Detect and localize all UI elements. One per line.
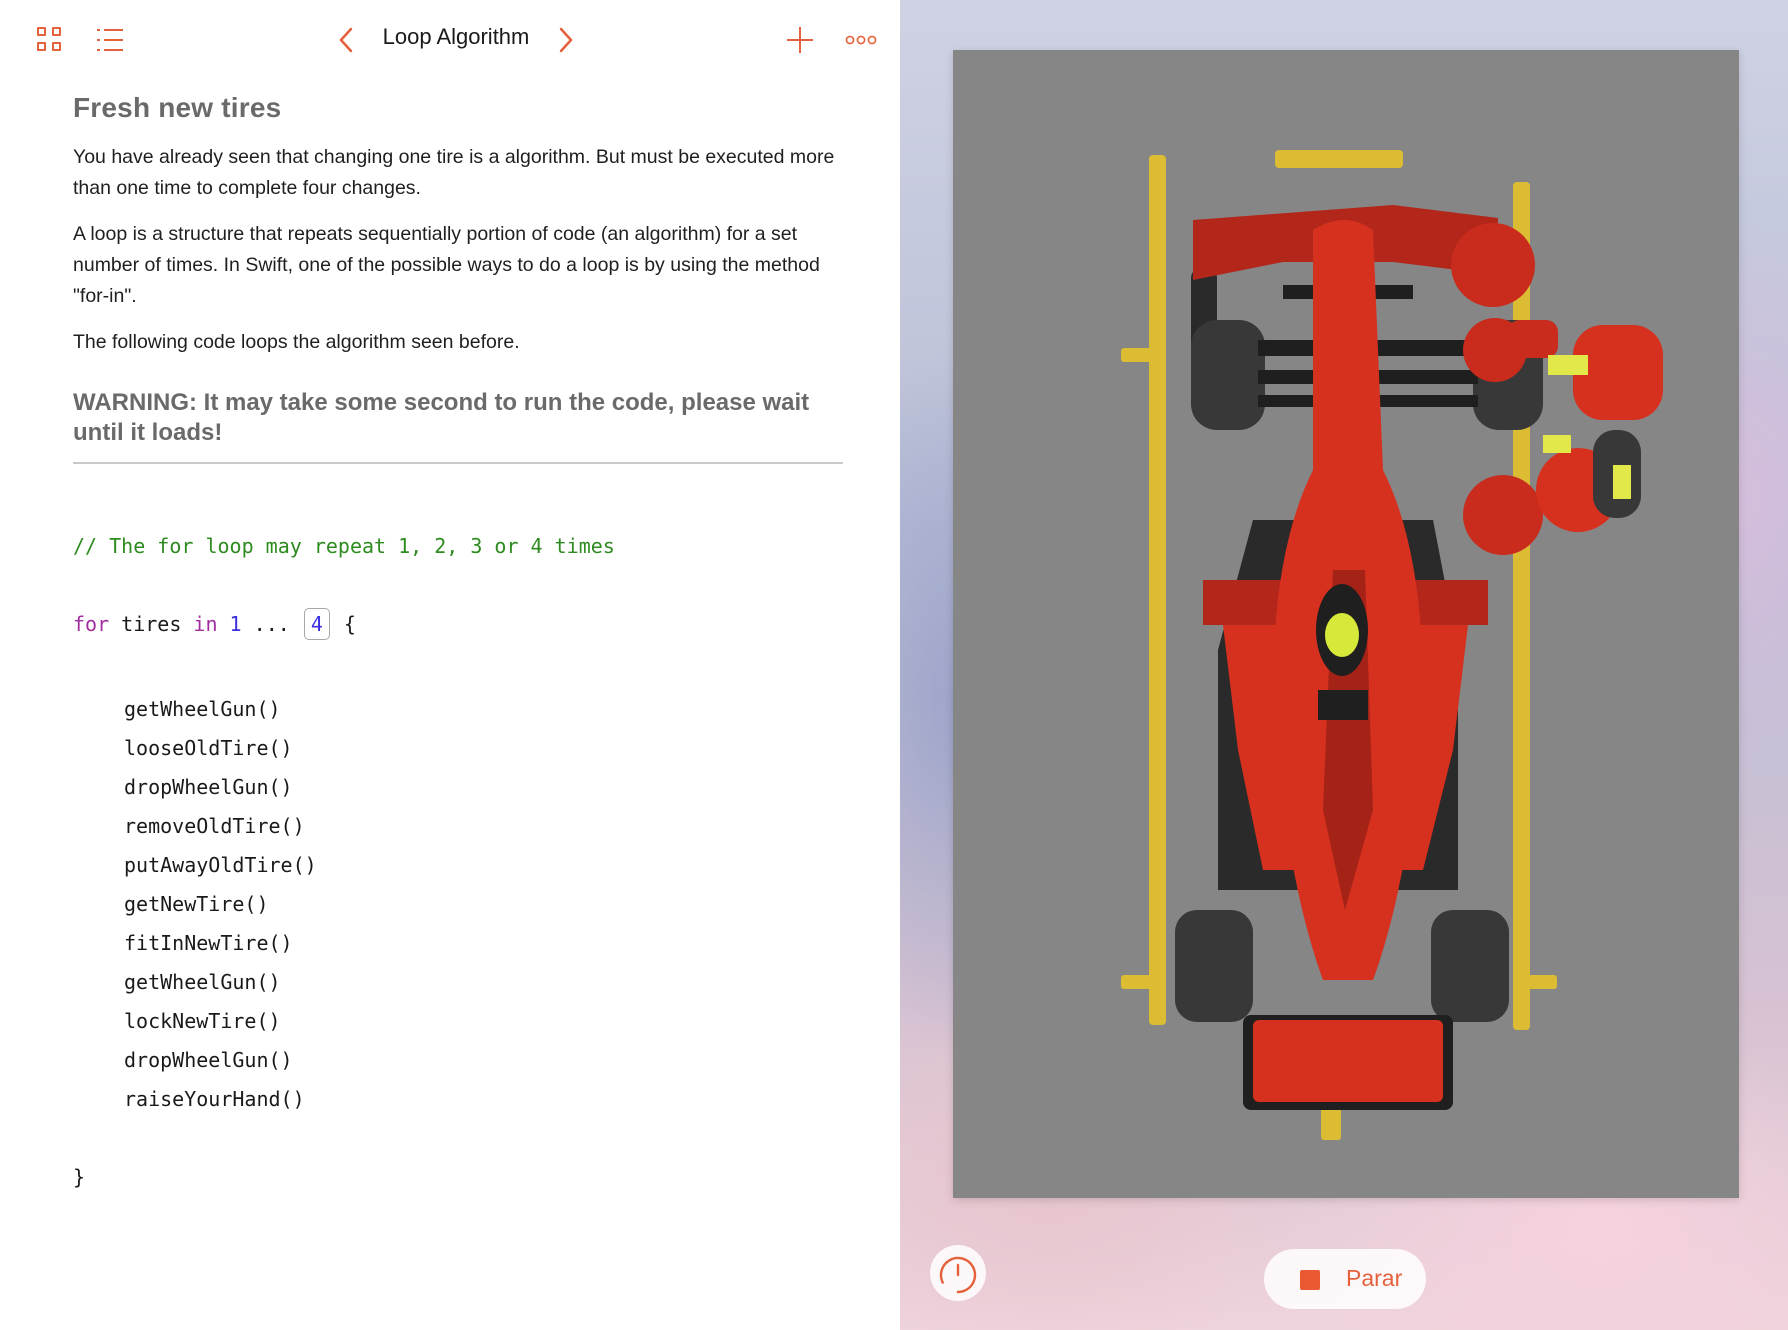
rear-left-tire (1191, 320, 1265, 430)
keyword-for: for (73, 612, 110, 636)
code-line: dropWheelGun() (124, 775, 293, 799)
paragraph: The following code loops the algorithm s… (73, 331, 520, 353)
front-right-tire (1431, 910, 1509, 1022)
stop-button[interactable]: Parar (1264, 1249, 1426, 1309)
pit-stop-illustration (953, 50, 1739, 1198)
stop-button-label: Parar (1346, 1265, 1403, 1291)
speed-gauge-button[interactable] (930, 1245, 986, 1301)
code-line: dropWheelGun() (124, 1048, 293, 1072)
warning-callout: WARNING: It may take some second to run … (73, 388, 843, 464)
loop-variable: tires (109, 612, 194, 636)
playground-page: Loop Algorithm Fresh new tires You have … (0, 0, 900, 1330)
code-line: putAwayOldTire() (124, 853, 317, 877)
code-line: fitInNewTire() (124, 931, 293, 955)
range-start: 1 (217, 612, 242, 636)
range-operator: ... (241, 612, 302, 636)
toolbar: Loop Algorithm (0, 0, 900, 80)
pit-stop-scene[interactable] (953, 50, 1739, 1198)
live-view: Parar (900, 0, 1788, 1330)
code-line: getWheelGun() (124, 697, 281, 721)
range-end-placeholder[interactable]: 4 (303, 608, 330, 640)
gauge-icon (939, 1256, 977, 1294)
open-brace: { (331, 612, 356, 636)
for-loop-header: for tires in 1 ... 4 { (73, 608, 356, 640)
stop-icon (1300, 1270, 1320, 1290)
plus-icon[interactable] (786, 26, 814, 54)
code-line: getNewTire() (124, 892, 269, 916)
section-heading: Fresh new tires (73, 92, 282, 123)
chevron-right-icon[interactable] (550, 22, 580, 58)
code-line: raiseYourHand() (124, 1087, 305, 1111)
keyword-in: in (193, 612, 218, 636)
code-line: getWheelGun() (124, 970, 281, 994)
paragraph: You have already seen that changing one … (73, 146, 835, 199)
paragraph: A loop is a structure that repeats seque… (73, 223, 820, 307)
page-title: Loop Algorithm (382, 24, 530, 49)
code-line: lockNewTire() (124, 1009, 281, 1033)
code-comment: // The for loop may repeat 1, 2, 3 or 4 … (73, 534, 615, 558)
more-icon[interactable] (845, 33, 877, 45)
code-line: removeOldTire() (124, 814, 305, 838)
close-brace: } (73, 1165, 86, 1189)
front-left-tire (1175, 910, 1253, 1022)
code-line: looseOldTire() (124, 736, 293, 760)
prose: Fresh new tires You have already seen th… (73, 92, 843, 464)
